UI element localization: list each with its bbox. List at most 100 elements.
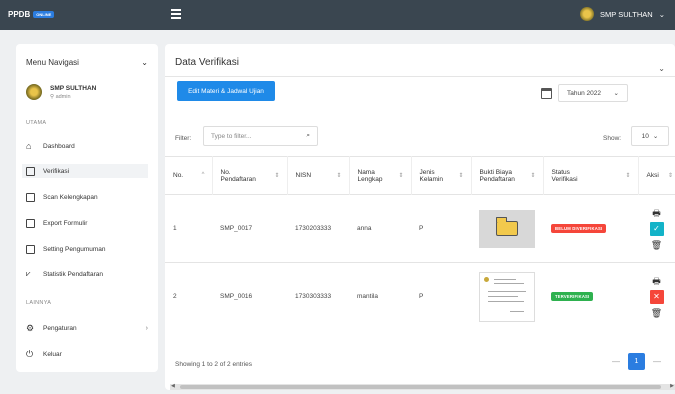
table-info: Showing 1 to 2 of 2 entries — [175, 361, 252, 368]
sidebar-item-label: Statistik Pendaftaran — [43, 270, 103, 278]
section-label-other: LAINNYA — [26, 300, 52, 306]
sidebar-item-statistik-pendaftaran[interactable]: ⩗ Statistik Pendaftaran — [26, 267, 148, 281]
sidebar-item-pengaturan[interactable]: ⚙ Pengaturan › — [26, 321, 148, 335]
column-header-no-pendaftaran[interactable]: No. Pendaftaran ⇕ — [212, 156, 288, 195]
payment-proof-thumbnail[interactable] — [479, 271, 535, 322]
column-header-jenis-kelamin[interactable]: Jenis Kelamin ⇕ — [411, 156, 472, 195]
cell-no-pendaftaran: SMP_0016 — [212, 262, 287, 331]
page-title: Data Verifikasi — [175, 57, 239, 68]
cell-nisn: 1730203333 — [287, 194, 349, 263]
scroll-left-icon[interactable]: ◀ — [171, 383, 175, 389]
profile-block: SMP SULTHAN ⚲ admin — [26, 84, 96, 100]
section-label-main: UTAMA — [26, 120, 47, 126]
scrollbar-thumb[interactable] — [180, 385, 661, 389]
cell-nisn: 1730303333 — [287, 262, 349, 331]
profile-role-text: admin — [55, 93, 71, 100]
export-icon — [26, 218, 35, 228]
sidebar: Menu Navigasi ⌄ SMP SULTHAN ⚲ admin UTAM… — [16, 44, 158, 372]
verify-check-button[interactable]: ✓ — [649, 221, 664, 236]
column-label: Status Verifikasi — [551, 168, 578, 183]
pagination-next[interactable]: — — [653, 357, 661, 366]
payment-proof-thumbnail[interactable] — [479, 209, 535, 248]
column-label: NISN — [295, 172, 312, 179]
folder-icon — [495, 217, 518, 236]
column-header-no[interactable]: No. ^ — [165, 156, 213, 195]
table-row: 1 SMP_0017 1730203333 anna P BELUM DIVER… — [165, 194, 675, 263]
trash-icon[interactable]: 🗑 — [651, 307, 662, 319]
print-icon[interactable]: 🖶 — [652, 207, 661, 219]
sort-icon: ⇕ — [398, 173, 404, 179]
school-logo-icon — [580, 7, 595, 21]
column-label: Bukti Biaya Pendaftaran — [479, 168, 515, 183]
cell-no: 1 — [165, 194, 212, 263]
unverify-x-button[interactable]: ✕ — [649, 289, 664, 304]
cell-bukti-biaya — [471, 262, 543, 331]
brand-logo[interactable]: PPDB ONLINE — [8, 10, 55, 19]
column-header-status-verifikasi[interactable]: Status Verifikasi ⇕ — [543, 156, 639, 195]
show-entries-select[interactable]: 10 ⌄ — [631, 126, 669, 146]
sidebar-item-verifikasi[interactable]: Verifikasi — [22, 164, 148, 178]
print-icon[interactable]: 🖶 — [652, 275, 661, 287]
chevron-down-icon: ⌄ — [658, 9, 665, 19]
sort-icon: ⇕ — [667, 173, 673, 179]
column-header-aksi[interactable]: Aksi ⇕ — [638, 156, 675, 195]
sidebar-item-setting-pengumuman[interactable]: Setting Pengumuman — [26, 242, 148, 256]
chevron-down-icon[interactable]: ⌄ — [658, 64, 665, 73]
online-badge: ONLINE — [33, 11, 55, 18]
user-menu[interactable]: SMP SULTHAN ⌄ — [580, 7, 665, 21]
status-badge: BELUM DIVERIFIKASI — [551, 224, 607, 233]
divider — [165, 76, 675, 77]
hamburger-menu-icon[interactable] — [171, 9, 181, 19]
user-name: SMP SULTHAN — [600, 9, 653, 19]
edit-materi-jadwal-button[interactable]: Edit Materi & Jadwal Ujian — [177, 81, 275, 101]
cell-nama: anna — [349, 194, 411, 263]
main-panel: Data Verifikasi ⌄ Edit Materi & Jadwal U… — [165, 44, 675, 390]
sidebar-item-label: Verifikasi — [43, 167, 70, 175]
chart-icon: ⩗ — [26, 269, 31, 278]
sort-icon: ⇕ — [625, 173, 631, 179]
sidebar-item-label: Pengaturan — [43, 324, 77, 332]
column-label: Nama Lengkap — [357, 168, 383, 183]
menu-header[interactable]: Menu Navigasi ⌄ — [26, 58, 148, 67]
year-filter: Tahun 2022 ⌄ — [541, 84, 628, 102]
chevron-down-icon: ⌄ — [652, 133, 659, 140]
sidebar-item-label: Dashboard — [43, 142, 75, 150]
search-icon: ⌕ — [306, 132, 310, 139]
sidebar-item-export-formulir[interactable]: Export Formulir — [26, 216, 148, 230]
filter-input[interactable]: Type to filter... ⌕ — [203, 126, 318, 146]
show-entries-value: 10 — [641, 132, 649, 140]
home-icon: ⌂ — [26, 141, 32, 151]
table-header-row: No. ^ No. Pendaftaran ⇕ NISN ⇕ Nama Lengkap… — [165, 156, 675, 195]
cell-bukti-biaya — [471, 194, 543, 263]
brand-name: PPDB — [8, 10, 31, 19]
year-select[interactable]: Tahun 2022 ⌄ — [558, 84, 628, 102]
sidebar-item-scan-kelengkapan[interactable]: Scan Kelengkapan — [26, 190, 148, 204]
sidebar-item-label: Export Formulir — [43, 219, 88, 227]
file-check-icon — [26, 166, 35, 176]
menu-title: Menu Navigasi — [26, 58, 79, 67]
column-header-nama-lengkap[interactable]: Nama Lengkap ⇕ — [349, 156, 412, 195]
cell-no-pendaftaran: SMP_0017 — [212, 194, 287, 263]
avatar — [26, 84, 42, 100]
table-row: 2 SMP_0016 1730303333 mantila P TERVERIF… — [165, 262, 675, 331]
column-label: No. Pendaftaran — [220, 168, 256, 183]
pagination-prev[interactable]: — — [612, 357, 620, 366]
monitor-icon — [26, 244, 35, 254]
column-label: Aksi — [646, 172, 659, 179]
pagination-page-current[interactable]: 1 — [628, 353, 645, 370]
sort-icon: ⇕ — [530, 173, 536, 179]
filter-placeholder: Type to filter... — [211, 132, 252, 140]
column-header-bukti-biaya[interactable]: Bukti Biaya Pendaftaran ⇕ — [471, 156, 544, 195]
cell-status: BELUM DIVERIFIKASI — [543, 194, 638, 263]
sidebar-item-keluar[interactable]: ⏻ Keluar — [26, 347, 148, 361]
sidebar-item-label: Keluar — [43, 350, 62, 358]
verification-table: No. ^ No. Pendaftaran ⇕ NISN ⇕ Nama Lengkap… — [165, 156, 675, 331]
sidebar-item-dashboard[interactable]: ⌂ Dashboard — [26, 139, 148, 153]
trash-icon[interactable]: 🗑 — [651, 239, 662, 251]
column-label: No. — [173, 172, 184, 179]
pagination: — 1 — — [612, 353, 661, 370]
horizontal-scrollbar[interactable]: ◀ ▶ — [170, 383, 675, 390]
profile-role: ⚲ admin — [50, 93, 71, 100]
column-header-nisn[interactable]: NISN ⇕ — [287, 156, 350, 195]
scroll-right-icon[interactable]: ▶ — [670, 383, 674, 389]
